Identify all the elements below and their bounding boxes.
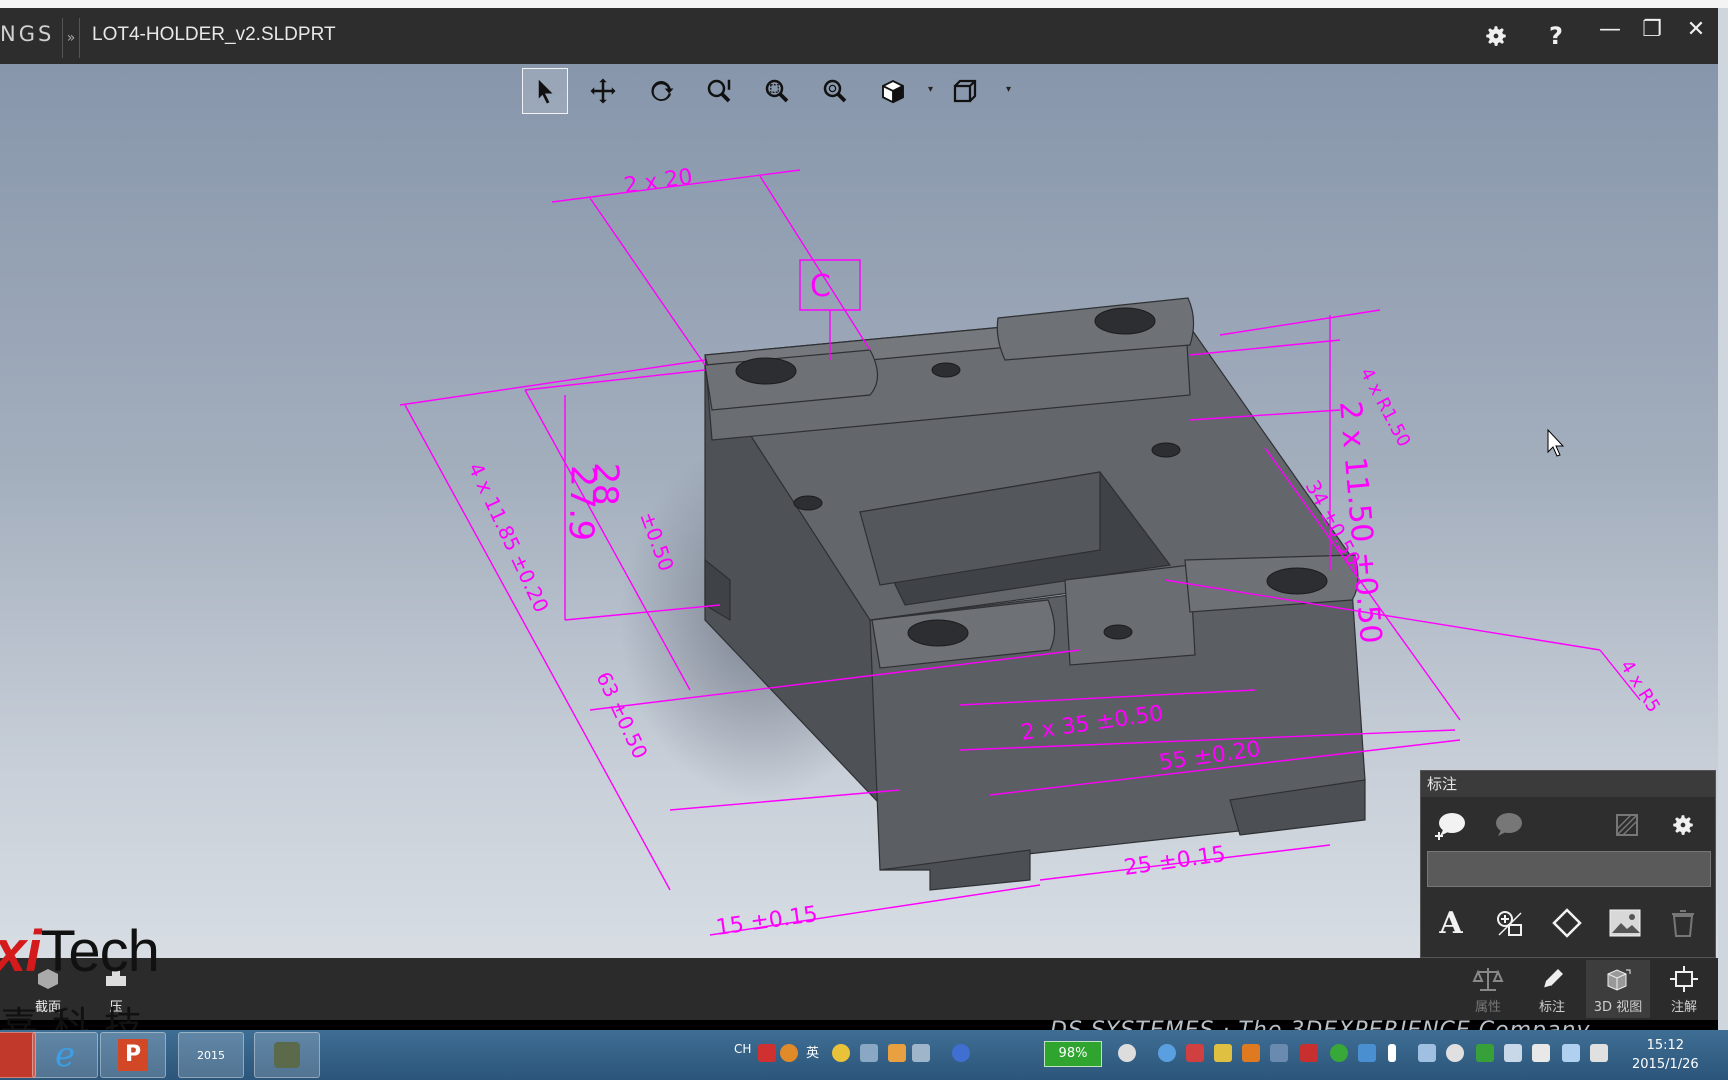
properties-tab[interactable]: 属性 [1456, 960, 1520, 1018]
clock-date: 2015/1/26 [1632, 1057, 1699, 1072]
properties-tab-label: 属性 [1474, 1000, 1501, 1015]
breadcrumb-separator[interactable]: » [62, 18, 80, 58]
settings-button[interactable] [1478, 18, 1514, 54]
tray-icon-6[interactable] [912, 1044, 930, 1062]
tray-icon-2[interactable] [780, 1044, 798, 1062]
markup-tab-label: 标注 [1538, 1000, 1565, 1015]
gear-icon [1486, 26, 1506, 46]
3d-view-icon [1607, 969, 1631, 991]
signal-icon[interactable] [1562, 1044, 1580, 1062]
tray-icon-keyboard[interactable] [860, 1044, 878, 1062]
app-2015-icon: 2015 [197, 1048, 225, 1062]
dim-slot-width: 25 ±0.15 [1122, 842, 1227, 881]
app-name: NGS [0, 22, 55, 46]
tray-help-icon[interactable] [952, 1044, 970, 1062]
watermark-logo: xiTech [0, 919, 160, 984]
minimize-button[interactable]: — [1592, 12, 1628, 48]
taskbar-app-2015[interactable]: 2015 [178, 1032, 244, 1078]
tray-icon-17[interactable] [1446, 1044, 1464, 1062]
image-button[interactable] [1603, 901, 1647, 945]
dim-left-height-b: 27.9 [560, 465, 603, 542]
annotation-icon [1670, 966, 1698, 992]
balance-icon [1472, 968, 1504, 991]
part-body[interactable] [703, 297, 1366, 891]
close-button[interactable]: ✕ [1678, 12, 1714, 48]
taskbar-ie[interactable]: e [32, 1032, 98, 1078]
text-icon: A [1439, 905, 1463, 941]
tray-icon-mail[interactable] [758, 1044, 776, 1062]
bluetooth-icon[interactable] [1388, 1044, 1396, 1062]
document-title: LOT4-HOLDER_v2.SLDPRT [92, 24, 336, 45]
app-window: NGS » LOT4-HOLDER_v2.SLDPRT ? — ❐ ✕ ▾ ▾ … [0, 0, 1728, 1080]
markup-tab[interactable]: 标注 [1520, 960, 1584, 1018]
note-button[interactable] [1487, 803, 1531, 847]
annotation-tab[interactable]: 注解 [1652, 960, 1716, 1018]
dim-leg-width: 15 ±0.15 [714, 902, 819, 941]
tray-icon-5[interactable] [888, 1044, 906, 1062]
pencil-icon [1543, 969, 1563, 989]
tag-button[interactable] [1545, 901, 1589, 945]
tray-icon-8[interactable] [1158, 1044, 1176, 1062]
3d-view-tab-label: 3D 视图 [1593, 1000, 1643, 1015]
tray-icon-12[interactable] [1270, 1044, 1288, 1062]
annotation-tab-label: 注解 [1670, 1000, 1697, 1015]
tray-icon-moon[interactable] [832, 1044, 850, 1062]
ime-indicator[interactable]: 英 [806, 1042, 819, 1061]
annotation-settings-button[interactable] [1661, 803, 1705, 847]
3d-view-tab[interactable]: 3D 视图 [1586, 960, 1650, 1018]
restore-button[interactable]: ❐ [1634, 12, 1670, 48]
image-icon [1609, 909, 1641, 937]
tray-icon-19[interactable] [1504, 1044, 1522, 1062]
annotation-panel: 标注 A [1420, 770, 1716, 958]
delete-button[interactable] [1661, 901, 1705, 945]
windows-taskbar: e P 2015 CH 英 98% 15:12 2015/1/26 [0, 1030, 1728, 1080]
battery-indicator[interactable]: 98% [1044, 1041, 1102, 1067]
tray-icon-11[interactable] [1242, 1044, 1260, 1062]
tray-icon-14[interactable] [1358, 1044, 1376, 1062]
taskbar-clock[interactable]: 15:12 2015/1/26 [1632, 1036, 1699, 1074]
language-indicator[interactable]: CH [734, 1042, 751, 1056]
tray-icon-10[interactable] [1214, 1044, 1232, 1062]
bottom-bar: 截面 压 属性 标注 3D 视图 注解 [0, 958, 1718, 1020]
measure-icon [1497, 911, 1522, 936]
tray-icon-20[interactable] [1532, 1044, 1550, 1062]
screen-top-edge [0, 0, 1728, 8]
mouse-cursor [1547, 428, 1565, 457]
dim-corner-radius: 4 x R5 [1616, 657, 1664, 717]
tray-icon-16[interactable] [1418, 1044, 1436, 1062]
add-note-button[interactable] [1429, 803, 1473, 847]
taskbar-app-viewer[interactable] [254, 1032, 320, 1078]
screen-right-edge [1718, 8, 1728, 1038]
dim-top-width: 2 x 20 [622, 165, 694, 199]
clock-time: 15:12 [1646, 1038, 1685, 1053]
clear-button[interactable] [1605, 803, 1649, 847]
tray-icon-18[interactable] [1476, 1044, 1494, 1062]
volume-icon[interactable] [1590, 1044, 1608, 1062]
annotation-text-input[interactable] [1427, 851, 1711, 887]
taskbar-app-1[interactable] [0, 1032, 36, 1078]
note-icon [1496, 813, 1522, 836]
title-bar: NGS » LOT4-HOLDER_v2.SLDPRT ? — ❐ ✕ [0, 8, 1718, 64]
tray-icon-solidworks[interactable] [1300, 1044, 1318, 1062]
taskbar-powerpoint[interactable]: P [100, 1032, 166, 1078]
gear-icon [1673, 815, 1693, 835]
powerpoint-icon: P [118, 1039, 148, 1071]
annotation-panel-title: 标注 [1421, 771, 1715, 797]
text-tool-button[interactable]: A [1429, 901, 1473, 945]
tag-icon [1552, 908, 1582, 938]
ie-icon: e [54, 1035, 76, 1075]
clear-icon [1616, 814, 1638, 836]
measure-button[interactable] [1487, 901, 1531, 945]
help-button[interactable]: ? [1538, 18, 1574, 54]
tray-icon-7[interactable] [1118, 1044, 1136, 1062]
datum-label: C [810, 269, 831, 304]
viewer-icon [274, 1042, 300, 1068]
delete-icon [1672, 910, 1694, 937]
tray-icon-sync[interactable] [1330, 1044, 1348, 1062]
add-note-icon [1435, 813, 1465, 840]
tray-icon-9[interactable] [1186, 1044, 1204, 1062]
